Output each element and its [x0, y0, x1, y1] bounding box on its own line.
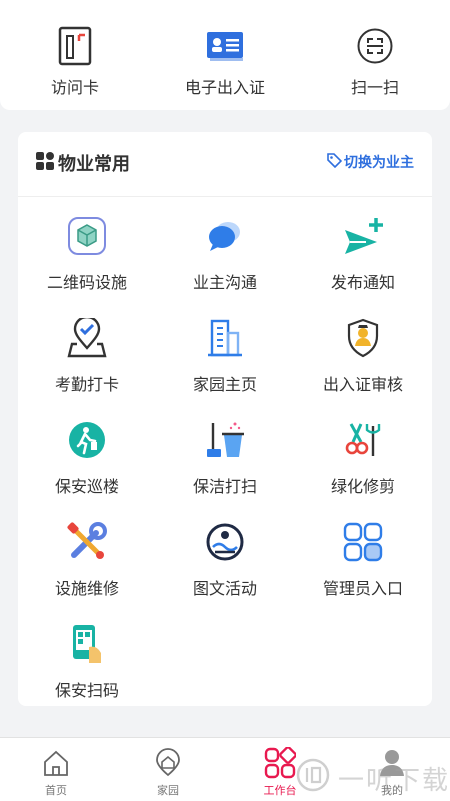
cleaning-icon: [156, 419, 294, 461]
pass-review-label: 出入证审核: [322, 375, 403, 394]
cleaning-label: 保洁打扫: [192, 477, 257, 496]
attendance-label: 考勤打卡: [54, 375, 119, 394]
tag-icon: [327, 152, 343, 172]
admin-grid-icon: [294, 521, 432, 563]
watermark-text: 一听下载: [338, 766, 450, 796]
e-pass-icon: [150, 26, 300, 66]
admin-entry-button[interactable]: 管理员入口: [294, 521, 432, 599]
send-notice-label: 发布通知: [330, 273, 395, 292]
home-page-button[interactable]: 家园主页: [156, 317, 294, 395]
home-page-label: 家园主页: [192, 375, 257, 394]
repair-label: 设施维修: [54, 579, 119, 598]
access-card-button[interactable]: 访问卡: [0, 26, 150, 98]
switch-to-owner-link[interactable]: 切换为业主: [327, 152, 414, 172]
photo-activity-label: 图文活动: [192, 579, 257, 598]
home-icon: [0, 746, 112, 780]
owner-chat-button[interactable]: 业主沟通: [156, 215, 294, 293]
patrol-icon: [18, 419, 156, 461]
qr-facility-button[interactable]: 二维码设施: [18, 215, 156, 293]
community-icon: [112, 746, 224, 780]
patrol-label: 保安巡楼: [54, 477, 119, 496]
repair-tools-icon: [18, 521, 156, 563]
qr-facility-icon: [18, 215, 156, 257]
attendance-button[interactable]: 考勤打卡: [18, 317, 156, 395]
repair-button[interactable]: 设施维修: [18, 521, 156, 599]
cleaning-button[interactable]: 保洁打扫: [156, 419, 294, 497]
scan-label: 扫一扫: [350, 78, 399, 97]
send-notice-icon: [294, 215, 432, 257]
pruning-button[interactable]: 绿化修剪: [294, 419, 432, 497]
tab-home[interactable]: 首页: [0, 746, 112, 798]
watermark-logo-icon: [296, 758, 330, 799]
pass-review-button[interactable]: 出入证审核: [294, 317, 432, 395]
tab-community[interactable]: 家园: [112, 746, 224, 798]
access-card-icon: [0, 26, 150, 66]
quick-actions-bar: 访问卡 电子出入证 扫一扫: [0, 0, 450, 110]
e-pass-label: 电子出入证: [184, 78, 265, 97]
pruning-icon: [294, 419, 432, 461]
pruning-label: 绿化修剪: [330, 477, 395, 496]
building-icon: [156, 317, 294, 359]
patrol-button[interactable]: 保安巡楼: [18, 419, 156, 497]
watermark: 一听下载: [296, 758, 450, 799]
send-notice-button[interactable]: 发布通知: [294, 215, 432, 293]
e-pass-button[interactable]: 电子出入证: [150, 26, 300, 98]
switch-to-owner-label: 切换为业主: [344, 155, 414, 171]
card-header: 物业常用 切换为业主: [18, 132, 432, 197]
owner-chat-label: 业主沟通: [192, 273, 257, 292]
pass-review-icon: [294, 317, 432, 359]
security-scan-label: 保安扫码: [54, 681, 119, 700]
tab-home-label: 首页: [45, 784, 67, 797]
admin-entry-label: 管理员入口: [322, 579, 403, 598]
grid-menu-icon: [36, 151, 54, 175]
scan-button[interactable]: 扫一扫: [300, 26, 450, 98]
card-title-text: 物业常用: [58, 154, 130, 175]
security-scan-button[interactable]: 保安扫码: [18, 623, 156, 701]
property-common-card: 物业常用 切换为业主 二维码设施 业主沟通 发布通知 考勤打卡 家园主页 出入证…: [18, 132, 432, 706]
scan-icon: [300, 26, 450, 66]
photo-activity-button[interactable]: 图文活动: [156, 521, 294, 599]
photo-activity-icon: [156, 521, 294, 563]
security-scan-icon: [18, 623, 156, 665]
card-title: 物业常用: [36, 150, 130, 176]
tab-community-label: 家园: [157, 784, 179, 797]
attendance-icon: [18, 317, 156, 359]
qr-facility-label: 二维码设施: [46, 273, 127, 292]
access-card-label: 访问卡: [50, 78, 99, 97]
chat-icon: [156, 215, 294, 257]
